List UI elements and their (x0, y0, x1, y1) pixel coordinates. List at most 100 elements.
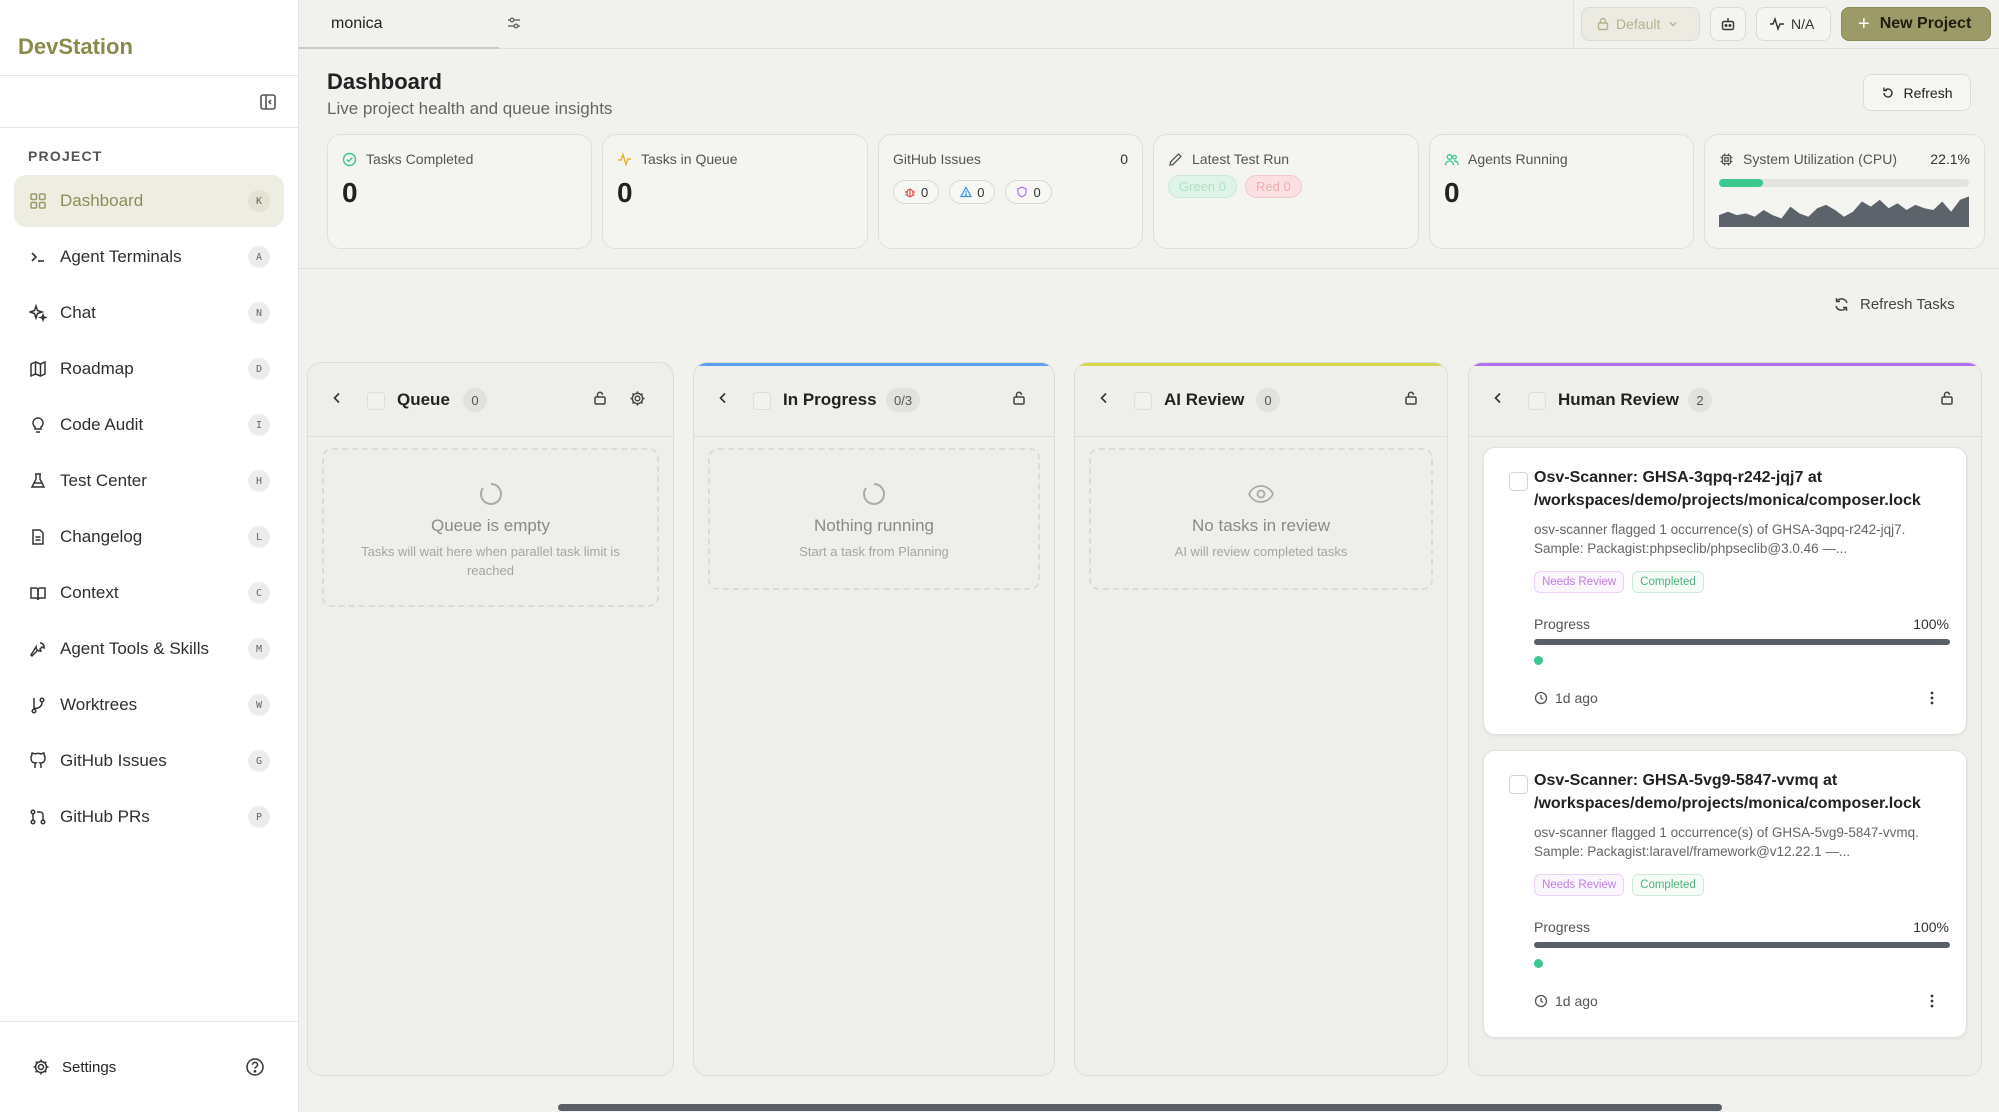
more-vertical-icon[interactable] (1924, 993, 1940, 1009)
status-badge: Completed (1632, 874, 1704, 896)
progress-label: Progress (1534, 616, 1591, 632)
sidebar-item-changelog[interactable]: Changelog L (14, 511, 284, 563)
task-card[interactable]: Osv-Scanner: GHSA-5vg9-5847-vvmq at /wor… (1483, 750, 1967, 1038)
tests-red-badge: Red 0 (1244, 175, 1302, 198)
shortcut-badge: K (248, 190, 270, 212)
column-human-review: Human Review 2 Osv-Scanner: GHSA-3qpq-r2… (1468, 362, 1982, 1076)
sidebar-item-test-center[interactable]: Test Center H (14, 455, 284, 507)
sidebar-divider (0, 127, 299, 128)
sidebar-item-roadmap[interactable]: Roadmap D (14, 343, 284, 395)
profile-select[interactable]: Default (1581, 7, 1700, 41)
chevron-left-icon[interactable] (1097, 391, 1111, 405)
select-all-checkbox[interactable] (367, 392, 385, 410)
status-dot (1534, 656, 1543, 665)
column-title: Human Review (1558, 390, 1679, 409)
chevron-left-icon[interactable] (1491, 391, 1505, 405)
gear-icon (32, 1058, 50, 1076)
task-card[interactable]: Osv-Scanner: GHSA-3qpq-r242-jqj7 at /wor… (1483, 447, 1967, 735)
stat-value: 0 (342, 177, 358, 208)
sparkles-icon (28, 303, 48, 323)
sidebar-item-agent-tools[interactable]: Agent Tools & Skills M (14, 623, 284, 675)
plus-icon: + (1858, 13, 1870, 35)
terminal-icon (28, 247, 48, 267)
new-project-label: New Project (1879, 15, 1972, 32)
chevron-down-icon (1668, 19, 1678, 29)
loader-icon (860, 480, 888, 508)
activity-icon (617, 151, 632, 167)
sidebar-item-context[interactable]: Context C (14, 567, 284, 619)
agent-button[interactable] (1710, 7, 1746, 41)
stat-label: Latest Test Run (1192, 151, 1290, 167)
robot-icon (1720, 16, 1736, 32)
project-tab-label: monica (331, 15, 383, 32)
new-project-button[interactable]: + New Project (1841, 7, 1991, 41)
warning-icon (960, 186, 973, 198)
empty-subtitle: Start a task from Planning (799, 544, 949, 559)
refresh-button[interactable]: Refresh (1863, 74, 1971, 111)
column-title: In Progress (783, 390, 877, 409)
map-icon (28, 359, 48, 379)
loader-icon (477, 480, 505, 508)
status-button[interactable]: N/A (1756, 7, 1831, 41)
git-pull-request-icon (28, 807, 48, 827)
column-header: Queue 0 (308, 363, 673, 437)
chevron-left-icon[interactable] (716, 391, 730, 405)
pencil-icon (1168, 152, 1183, 167)
shortcut-badge: A (248, 246, 270, 268)
unlock-icon[interactable] (592, 390, 608, 406)
top-bar: monica Default N/A + New Project (299, 0, 1999, 49)
bug-count-chip[interactable]: 0 (893, 180, 940, 204)
shortcut-badge: P (248, 806, 270, 828)
sliders-icon[interactable] (506, 15, 522, 31)
column-title: Queue (397, 390, 450, 409)
sidebar-item-chat[interactable]: Chat N (14, 287, 284, 339)
refresh-label: Refresh (1903, 84, 1953, 101)
help-icon[interactable] (245, 1057, 265, 1077)
task-checkbox[interactable] (1509, 472, 1528, 491)
sidebar-item-agent-terminals[interactable]: Agent Terminals A (14, 231, 284, 283)
cpu-value: 22.1% (1930, 151, 1970, 167)
horizontal-scrollbar[interactable] (558, 1104, 1722, 1111)
shield-icon (1016, 186, 1028, 198)
sidebar-item-worktrees[interactable]: Worktrees W (14, 679, 284, 731)
cpu-history-area (1719, 196, 1969, 227)
more-vertical-icon[interactable] (1924, 690, 1940, 706)
refresh-icon (1833, 296, 1850, 313)
column-count-badge: 0/3 (886, 388, 921, 412)
select-all-checkbox[interactable] (753, 392, 771, 410)
sidebar-item-github-prs[interactable]: GitHub PRs P (14, 791, 284, 843)
warning-count-chip[interactable]: 0 (949, 180, 996, 204)
stat-github-issues: GitHub Issues 0 0 0 0 (878, 134, 1143, 249)
select-all-checkbox[interactable] (1134, 392, 1152, 410)
wrench-icon (28, 639, 48, 659)
sidebar-item-code-audit[interactable]: Code Audit I (14, 399, 284, 451)
cpu-progress-fill (1719, 179, 1764, 187)
stat-label: Agents Running (1468, 151, 1568, 167)
gear-icon[interactable] (629, 390, 646, 407)
select-all-checkbox[interactable] (1528, 392, 1546, 410)
unlock-icon[interactable] (1403, 390, 1419, 406)
refresh-icon (1881, 86, 1895, 100)
cpu-progress-bar (1719, 179, 1969, 187)
tab-project[interactable]: monica (299, 0, 499, 49)
progress-fill (1534, 942, 1950, 948)
collapse-sidebar-icon[interactable] (257, 91, 279, 113)
task-description: osv-scanner flagged 1 occurrence(s) of G… (1534, 825, 1919, 859)
security-count-chip[interactable]: 0 (1005, 180, 1052, 204)
settings-button[interactable]: Settings (32, 1058, 116, 1076)
sidebar-item-dashboard[interactable]: Dashboard K (14, 175, 284, 227)
activity-icon (1769, 16, 1785, 32)
task-checkbox[interactable] (1509, 775, 1528, 794)
file-icon (28, 527, 48, 547)
chip-value: 0 (921, 184, 929, 200)
unlock-icon[interactable] (1011, 390, 1027, 406)
chevron-left-icon[interactable] (330, 391, 344, 405)
refresh-tasks-label: Refresh Tasks (1860, 296, 1955, 313)
unlock-icon[interactable] (1939, 390, 1955, 406)
refresh-tasks-button[interactable]: Refresh Tasks (1833, 296, 1955, 313)
sidebar-item-github-issues[interactable]: GitHub Issues G (14, 735, 284, 787)
bug-icon (904, 186, 916, 198)
column-header: Human Review 2 (1469, 363, 1981, 437)
status-dot (1534, 959, 1543, 968)
sidebar-item-label: Test Center (60, 471, 147, 490)
